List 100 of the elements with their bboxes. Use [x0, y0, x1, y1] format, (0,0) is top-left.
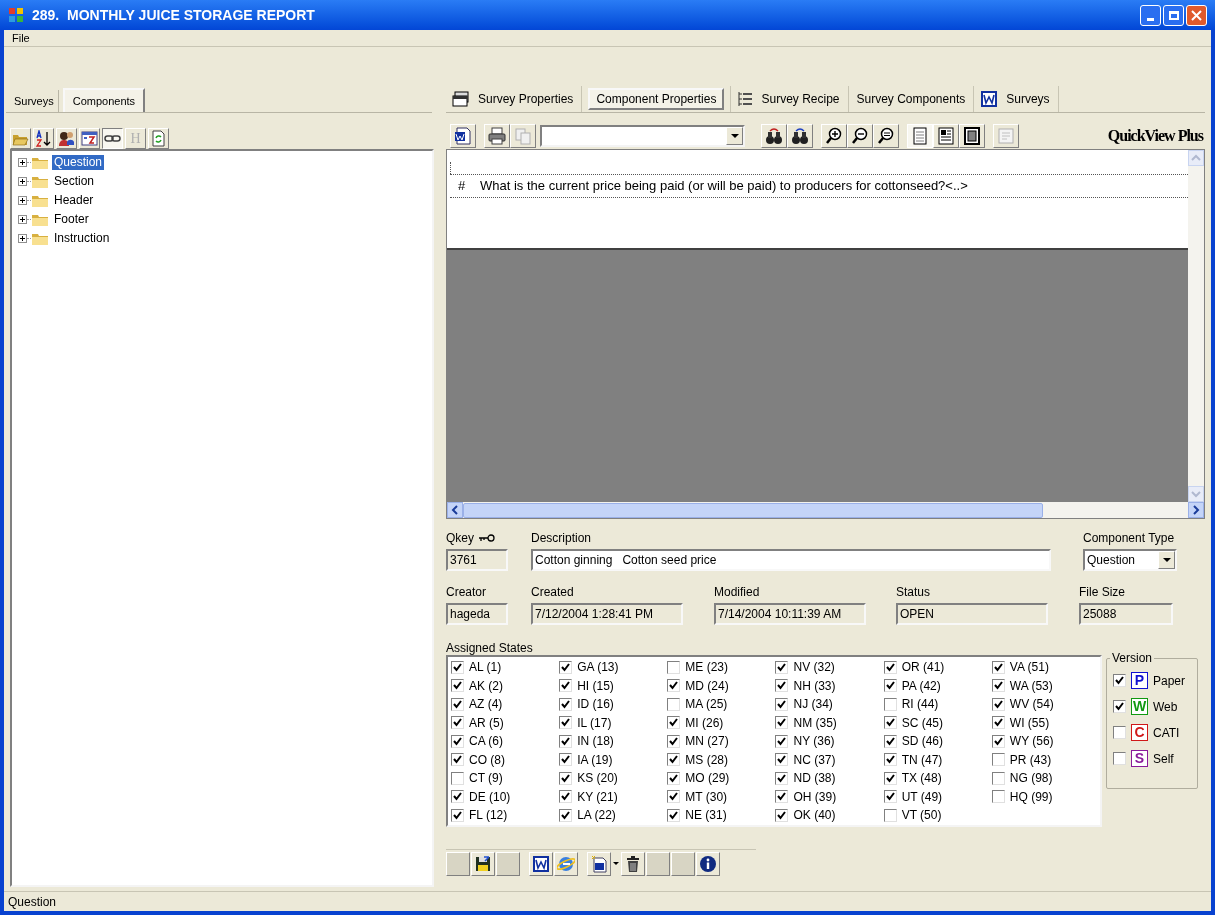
- checkbox[interactable]: [451, 697, 464, 711]
- checkbox[interactable]: [883, 679, 897, 693]
- refresh-icon: [150, 129, 167, 147]
- checkbox[interactable]: [451, 790, 464, 804]
- checkbox-label: ND (38): [793, 770, 836, 788]
- checkbox-label: NG (98): [1009, 770, 1053, 788]
- checkbox[interactable]: [991, 660, 1005, 674]
- checkbox[interactable]: [559, 679, 573, 693]
- blank-toolbar-button[interactable]: [446, 851, 470, 876]
- tree-item[interactable]: Header: [52, 193, 96, 208]
- close-button[interactable]: [1186, 4, 1207, 26]
- tab[interactable]: Surveys: [1004, 88, 1052, 110]
- dropdown-field[interactable]: Question: [1083, 549, 1177, 571]
- checkbox[interactable]: [451, 716, 464, 730]
- minimize-button[interactable]: [1140, 4, 1161, 26]
- checkbox[interactable]: [451, 771, 464, 785]
- checkbox[interactable]: [559, 734, 573, 748]
- checkbox[interactable]: [883, 771, 897, 785]
- checkbox[interactable]: [991, 753, 1005, 767]
- checkbox-label: TN (47): [901, 751, 943, 769]
- tree-item[interactable]: Question: [52, 155, 105, 170]
- checkbox-label: CATI: [1153, 724, 1180, 742]
- checkbox-label: WI (55): [1009, 714, 1050, 732]
- checkbox[interactable]: [991, 697, 1005, 711]
- checkbox[interactable]: [883, 734, 897, 748]
- scroll-right-button[interactable]: [1188, 502, 1204, 518]
- expand-icon[interactable]: [18, 196, 27, 205]
- checkbox[interactable]: [667, 660, 681, 674]
- blank-toolbar-button[interactable]: [496, 851, 520, 876]
- tree-item[interactable]: Section: [52, 174, 97, 189]
- blank-toolbar-button[interactable]: [646, 851, 670, 876]
- checkbox[interactable]: [667, 753, 681, 767]
- expand-icon[interactable]: [18, 177, 27, 186]
- checkbox[interactable]: [667, 716, 681, 730]
- checkbox[interactable]: [775, 734, 789, 748]
- checkbox[interactable]: [991, 716, 1005, 730]
- checkbox[interactable]: [451, 734, 464, 748]
- draft-view-icon: [938, 127, 954, 145]
- checkbox[interactable]: [883, 808, 897, 822]
- checkbox[interactable]: [775, 753, 789, 767]
- checkbox[interactable]: [991, 790, 1005, 804]
- tab[interactable]: Survey Components: [854, 88, 968, 110]
- checkbox[interactable]: [667, 808, 681, 822]
- checkbox[interactable]: [451, 679, 464, 693]
- tree-item[interactable]: Instruction: [52, 231, 112, 246]
- checkbox[interactable]: [559, 771, 573, 785]
- text-field[interactable]: Cotton ginning Cotton seed price: [531, 549, 1051, 571]
- maximize-button[interactable]: [1163, 4, 1184, 26]
- tab[interactable]: Components: [62, 88, 146, 112]
- checkbox[interactable]: [883, 716, 897, 730]
- checkbox[interactable]: [775, 716, 789, 730]
- tree-item[interactable]: Footer: [52, 212, 91, 227]
- checkbox[interactable]: [883, 753, 897, 767]
- menu-item[interactable]: File: [8, 29, 34, 47]
- checkbox[interactable]: [559, 660, 573, 674]
- checkbox[interactable]: [451, 753, 464, 767]
- scroll-left-button[interactable]: [447, 502, 463, 518]
- checkbox[interactable]: [883, 660, 897, 674]
- checkbox[interactable]: [559, 697, 573, 711]
- blank-toolbar-button[interactable]: [671, 851, 695, 876]
- checkbox[interactable]: [883, 697, 897, 711]
- expand-icon[interactable]: [18, 215, 27, 224]
- checkbox[interactable]: [775, 790, 789, 804]
- checkbox[interactable]: [991, 734, 1005, 748]
- checkbox[interactable]: [559, 753, 573, 767]
- checkbox[interactable]: [775, 679, 789, 693]
- checkbox[interactable]: [559, 716, 573, 730]
- expand-icon[interactable]: [18, 234, 27, 243]
- checkbox[interactable]: [883, 790, 897, 804]
- tab[interactable]: Component Properties: [588, 88, 725, 110]
- caret-icon[interactable]: [613, 862, 619, 865]
- checkbox[interactable]: [775, 697, 789, 711]
- letter-badge: W: [1131, 698, 1148, 715]
- checkbox[interactable]: [559, 790, 573, 804]
- checkbox[interactable]: [667, 771, 681, 785]
- checkbox[interactable]: [451, 660, 464, 674]
- checkbox[interactable]: [667, 790, 681, 804]
- scroll-thumb[interactable]: [463, 502, 1043, 518]
- checkbox[interactable]: [991, 771, 1005, 785]
- dropdown-field[interactable]: [540, 125, 745, 147]
- checkbox[interactable]: [667, 734, 681, 748]
- checkbox[interactable]: [775, 771, 789, 785]
- checkbox[interactable]: [775, 660, 789, 674]
- checkbox[interactable]: [667, 679, 681, 693]
- horizontal-scrollbar[interactable]: [447, 502, 1204, 518]
- toolbar-button[interactable]: [102, 127, 123, 149]
- checkbox[interactable]: [991, 679, 1005, 693]
- tab[interactable]: Survey Recipe: [759, 88, 842, 110]
- checkbox[interactable]: [1113, 752, 1126, 765]
- tab[interactable]: Survey Properties: [476, 88, 576, 110]
- checkbox[interactable]: [451, 808, 464, 822]
- checkbox[interactable]: [1113, 700, 1126, 713]
- checkbox[interactable]: [1113, 674, 1126, 687]
- expand-icon[interactable]: [18, 158, 27, 167]
- tab[interactable]: Surveys: [10, 90, 59, 112]
- checkbox[interactable]: [1113, 726, 1126, 739]
- checkbox[interactable]: [559, 808, 573, 822]
- checkbox[interactable]: [667, 697, 681, 711]
- checkbox[interactable]: [775, 808, 789, 822]
- letter-badge: P: [1131, 672, 1148, 689]
